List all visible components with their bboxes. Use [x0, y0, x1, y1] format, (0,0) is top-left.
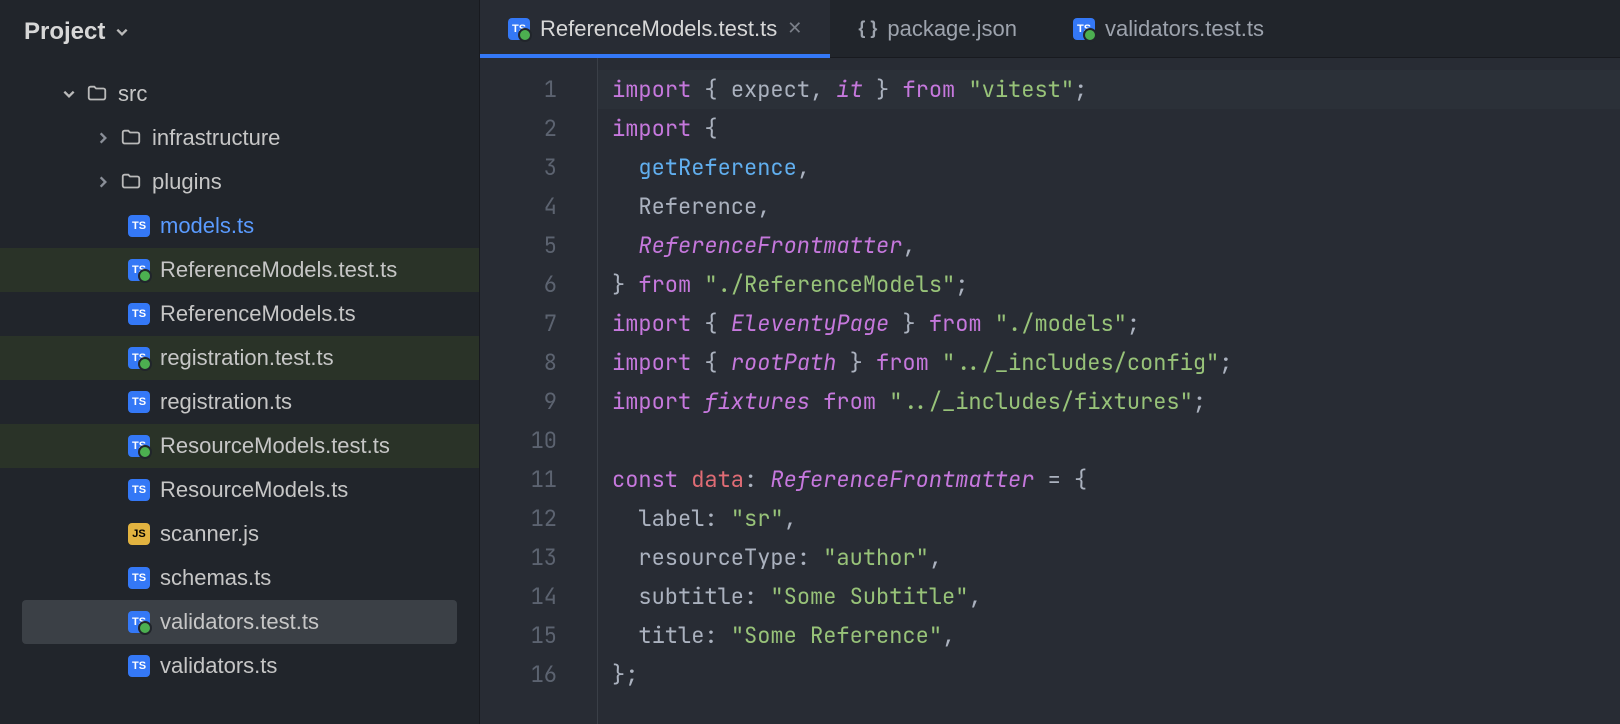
code-line[interactable] — [612, 421, 1620, 460]
tree-file-label: ResourceModels.ts — [160, 477, 348, 503]
code-line[interactable]: import { rootPath } from "../_includes/c… — [612, 343, 1620, 382]
tab-label: validators.test.ts — [1105, 16, 1264, 42]
code-line[interactable]: getReference, — [612, 148, 1620, 187]
tree-folder-infrastructure[interactable]: infrastructure — [0, 116, 479, 160]
code-line[interactable]: } from "./ReferenceModels"; — [612, 265, 1620, 304]
tab-label: package.json — [887, 16, 1017, 42]
tree-file-label: ReferenceModels.test.ts — [160, 257, 397, 283]
line-number: 8 — [480, 343, 597, 382]
tree-folder-plugins[interactable]: plugins — [0, 160, 479, 204]
tree-folder-src[interactable]: src — [0, 72, 479, 116]
code-area[interactable]: import { expect, it } from "vitest";impo… — [598, 58, 1620, 724]
ts-test-icon: TS — [128, 259, 150, 281]
tree-file-label: models.ts — [160, 213, 254, 239]
tree-file[interactable]: TS ResourceModels.ts — [0, 468, 479, 512]
tree-file[interactable]: TS validators.test.ts — [22, 600, 457, 644]
ts-test-icon: TS — [128, 347, 150, 369]
code-line[interactable]: ReferenceFrontmatter, — [612, 226, 1620, 265]
line-number: 12 — [480, 499, 597, 538]
line-number: 6 — [480, 265, 597, 304]
line-number: 13 — [480, 538, 597, 577]
file-list: TS models.ts TS ReferenceModels.test.ts TS Re… — [0, 204, 479, 688]
tree-file-label: validators.test.ts — [160, 609, 319, 635]
code-line[interactable]: Reference, — [612, 187, 1620, 226]
chevron-right-icon — [96, 131, 110, 145]
tree-file[interactable]: TS ReferenceModels.test.ts — [0, 248, 479, 292]
code-line[interactable]: import { — [612, 109, 1620, 148]
line-number: 10 — [480, 421, 597, 460]
ts-icon: TS — [128, 215, 150, 237]
line-number: 11 — [480, 460, 597, 499]
code-line[interactable]: import { expect, it } from "vitest"; — [598, 70, 1620, 109]
tree-file[interactable]: TS registration.test.ts — [0, 336, 479, 380]
tree-file[interactable]: TS registration.ts — [0, 380, 479, 424]
tree-file-label: validators.ts — [160, 653, 277, 679]
project-header[interactable]: Project — [0, 0, 479, 64]
project-sidebar: Project src infrastructure — [0, 0, 480, 724]
code-editor[interactable]: 12345678910111213141516 import { expect,… — [480, 58, 1620, 724]
line-number: 14 — [480, 577, 597, 616]
tree-file-label: registration.ts — [160, 389, 292, 415]
ts-icon: TS — [128, 567, 150, 589]
ts-icon: TS — [128, 655, 150, 677]
code-line[interactable]: const data: ReferenceFrontmatter = { — [612, 460, 1620, 499]
tree-file[interactable]: TS ResourceModels.test.ts — [0, 424, 479, 468]
tab-label: ReferenceModels.test.ts — [540, 16, 777, 42]
ts-icon: TS — [128, 479, 150, 501]
editor-tab[interactable]: TS validators.test.ts — [1045, 0, 1292, 57]
editor-tab[interactable]: TS ReferenceModels.test.ts ✕ — [480, 0, 830, 57]
chevron-right-icon — [96, 175, 110, 189]
json-icon: { } — [858, 18, 877, 39]
line-number: 15 — [480, 616, 597, 655]
tree-file-label: scanner.js — [160, 521, 259, 547]
tree-file-label: registration.test.ts — [160, 345, 334, 371]
line-gutter: 12345678910111213141516 — [480, 58, 598, 724]
code-line[interactable]: label: "sr", — [612, 499, 1620, 538]
chevron-down-icon — [62, 87, 76, 101]
tree-folder-label: src — [118, 81, 147, 107]
line-number: 4 — [480, 187, 597, 226]
js-icon: JS — [128, 523, 150, 545]
code-line[interactable]: import fixtures from "../_includes/fixtu… — [612, 382, 1620, 421]
line-number: 9 — [480, 382, 597, 421]
code-line[interactable]: title: "Some Reference", — [612, 616, 1620, 655]
folder-icon — [86, 83, 108, 105]
ts-icon: TS — [128, 391, 150, 413]
tree-file[interactable]: TS models.ts — [0, 204, 479, 248]
tree-folder-label: plugins — [152, 169, 222, 195]
tree-file[interactable]: TS validators.ts — [0, 644, 479, 688]
folder-icon — [120, 171, 142, 193]
main-panel: TS ReferenceModels.test.ts ✕ { } package.jso… — [480, 0, 1620, 724]
line-number: 2 — [480, 109, 597, 148]
file-tree: src infrastructure plugins TSmodels.tsTS… — [0, 64, 479, 688]
ts-icon: TS — [128, 303, 150, 325]
tree-file[interactable]: JS scanner.js — [0, 512, 479, 556]
ts-test-icon: TS — [1073, 18, 1095, 40]
line-number: 7 — [480, 304, 597, 343]
line-number: 3 — [480, 148, 597, 187]
line-number: 16 — [480, 655, 597, 694]
line-number: 1 — [480, 70, 597, 109]
tree-folder-label: infrastructure — [152, 125, 280, 151]
project-header-label: Project — [24, 18, 105, 46]
ts-test-icon: TS — [128, 435, 150, 457]
close-icon[interactable]: ✕ — [787, 18, 802, 39]
folder-icon — [120, 127, 142, 149]
editor-tab[interactable]: { } package.json — [830, 0, 1045, 57]
code-line[interactable]: }; — [612, 655, 1620, 694]
ts-test-icon: TS — [128, 611, 150, 633]
code-line[interactable]: resourceType: "author", — [612, 538, 1620, 577]
ts-test-icon: TS — [508, 18, 530, 40]
tree-file[interactable]: TS schemas.ts — [0, 556, 479, 600]
tree-file-label: ReferenceModels.ts — [160, 301, 356, 327]
code-line[interactable]: import { EleventyPage } from "./models"; — [612, 304, 1620, 343]
editor-tabbar: TS ReferenceModels.test.ts ✕ { } package.jso… — [480, 0, 1620, 58]
tree-file-label: ResourceModels.test.ts — [160, 433, 390, 459]
code-line[interactable]: subtitle: "Some Subtitle", — [612, 577, 1620, 616]
line-number: 5 — [480, 226, 597, 265]
tree-file-label: schemas.ts — [160, 565, 271, 591]
tree-file[interactable]: TS ReferenceModels.ts — [0, 292, 479, 336]
chevron-down-icon — [115, 25, 129, 39]
